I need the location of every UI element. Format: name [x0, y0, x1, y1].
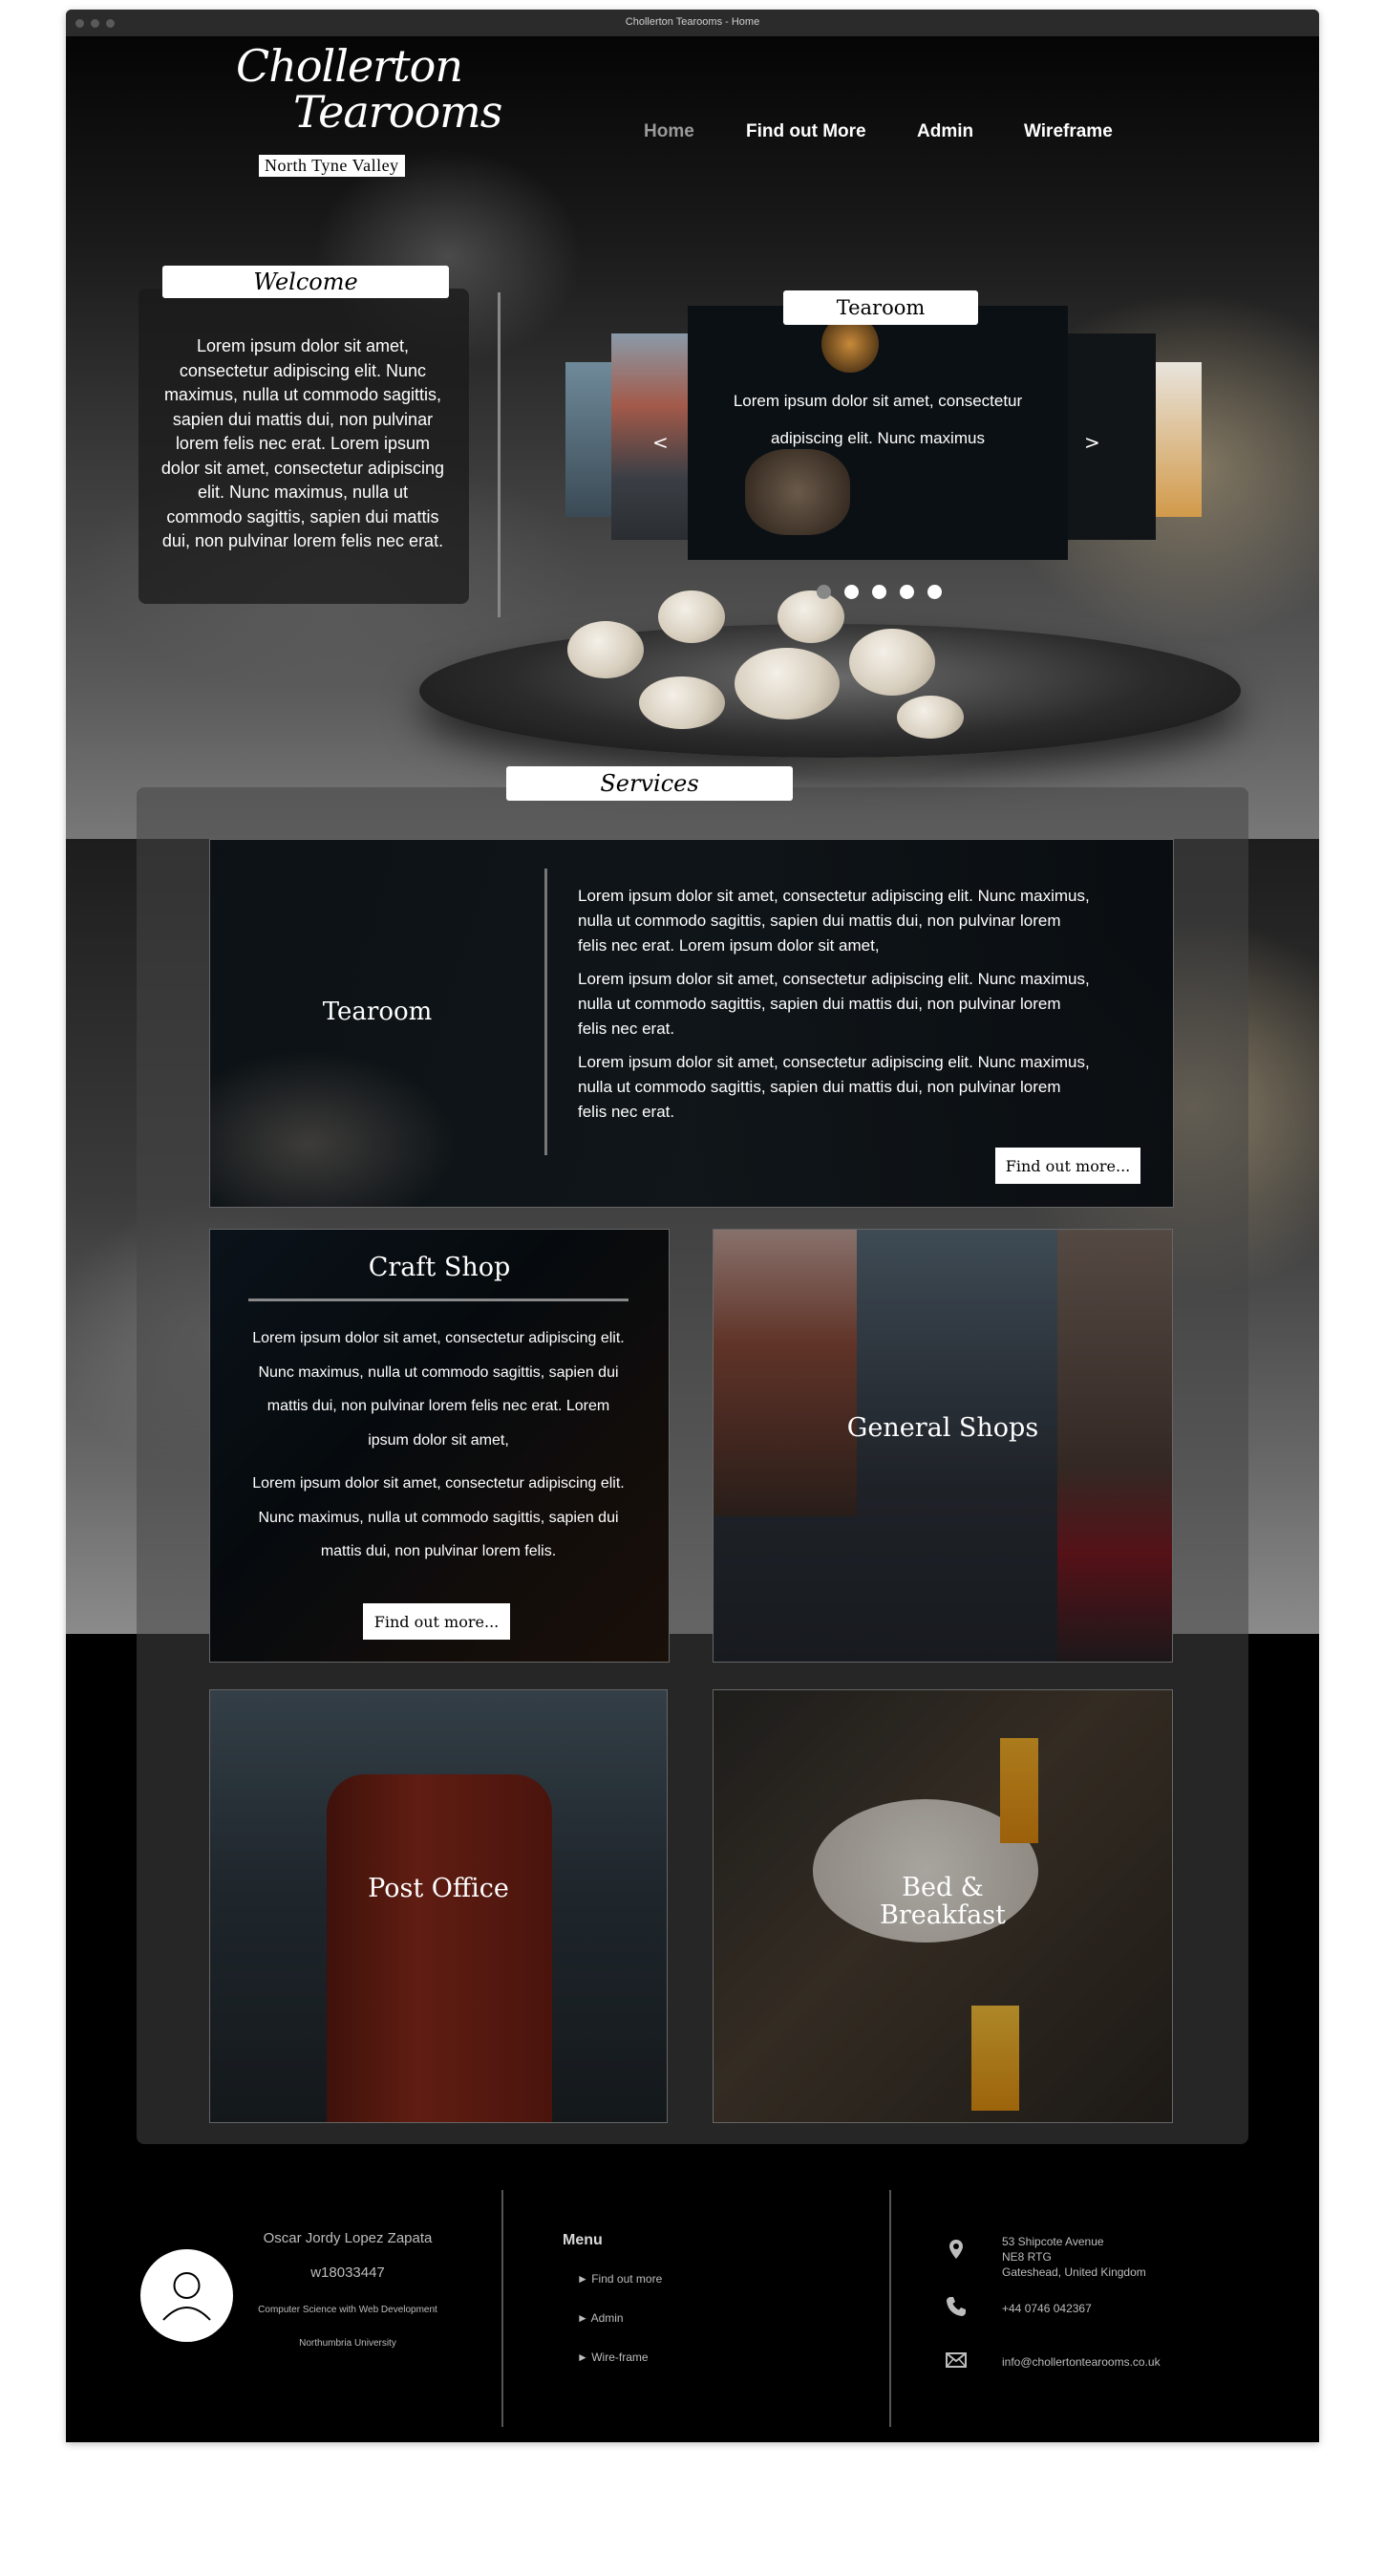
envelope-icon — [945, 2349, 968, 2372]
craft-shop-find-out-more-button[interactable]: Find out more... — [363, 1603, 510, 1640]
footer-menu-find-out-more[interactable]: ► Find out more — [577, 2272, 662, 2286]
nav-wireframe[interactable]: Wireframe — [1024, 121, 1113, 142]
teapot-image — [745, 449, 850, 535]
cookie — [567, 621, 644, 678]
footer-menu-admin[interactable]: ► Admin — [577, 2311, 624, 2325]
address-line1: 53 Shipcote Avenue — [1002, 2235, 1104, 2248]
carousel-slide-far-right[interactable] — [1156, 362, 1202, 517]
cookie — [735, 648, 840, 719]
footer-email[interactable]: info@chollertontearooms.co.uk — [1002, 2354, 1161, 2370]
carousel-slide-right[interactable] — [1068, 333, 1156, 540]
browser-window: Chollerton Tearooms - Home Chollerton Te… — [66, 10, 1319, 2442]
general-shops-card[interactable]: General Shops — [713, 1229, 1173, 1663]
carousel-dot-2[interactable] — [844, 585, 859, 599]
nav-admin[interactable]: Admin — [917, 121, 973, 142]
tearoom-paragraph-3: Lorem ipsum dolor sit amet, consectetur … — [578, 1053, 1090, 1121]
footer-menu-wireframe[interactable]: ► Wire-frame — [577, 2351, 649, 2364]
bed-breakfast-card[interactable]: Bed & Breakfast — [713, 1689, 1173, 2123]
logo-line2: Tearooms — [293, 86, 502, 138]
cookie — [658, 590, 725, 643]
location-pin-icon — [945, 2238, 968, 2261]
carousel-dot-1[interactable] — [817, 585, 831, 599]
footer-university: Northumbria University — [299, 2338, 396, 2349]
carousel-dot-5[interactable] — [927, 585, 942, 599]
craft-shop-card: Craft Shop Lorem ipsum dolor sit amet, c… — [209, 1229, 670, 1663]
footer-course: Computer Science with Web Development — [258, 2305, 437, 2315]
address-line3: Gateshead, United Kingdom — [1002, 2265, 1146, 2279]
services-title: Services — [506, 766, 793, 801]
cookie — [897, 696, 964, 739]
footer-menu-title: Menu — [563, 2232, 603, 2248]
address-line2: NE8 RTG — [1002, 2250, 1052, 2264]
general-shops-dim — [714, 1230, 1172, 1662]
general-shops-title: General Shops — [846, 1413, 1039, 1443]
craft-shop-paragraph-2: Lorem ipsum dolor sit amet, consectetur … — [252, 1475, 625, 1559]
carousel-text: Lorem ipsum dolor sit amet, consectetur … — [733, 392, 1023, 447]
welcome-title: Welcome — [162, 266, 449, 298]
site-footer: Oscar Jordy Lopez Zapata w18033447 Compu… — [66, 2171, 1319, 2442]
phone-icon — [945, 2295, 968, 2318]
logo-line1: Chollerton — [236, 40, 463, 92]
bed-breakfast-title: Bed & Breakfast — [714, 1874, 1172, 1929]
cookie — [639, 676, 725, 729]
tearoom-card-title: Tearoom — [322, 998, 433, 1026]
nav-find-out-more[interactable]: Find out More — [746, 121, 866, 142]
footer-menu-item-label: Wire-frame — [591, 2351, 649, 2364]
hero-divider — [498, 292, 501, 617]
bed-breakfast-title-line2: Breakfast — [880, 1900, 1006, 1930]
footer-menu-item-label: Find out more — [591, 2272, 663, 2286]
tearoom-card-divider — [544, 869, 547, 1155]
site-logo[interactable]: Chollerton Tearooms North Tyne Valley — [226, 40, 502, 177]
carousel-next-button[interactable]: > — [1084, 431, 1100, 454]
carousel-slide-far-left[interactable] — [565, 362, 611, 517]
carousel-prev-button[interactable]: < — [652, 431, 669, 454]
footer-menu-item-label: Admin — [590, 2311, 624, 2325]
footer-address: 53 Shipcote Avenue NE8 RTG Gateshead, Un… — [1002, 2234, 1146, 2280]
logo-tagline: North Tyne Valley — [259, 155, 405, 177]
craft-shop-title: Craft Shop — [368, 1253, 511, 1282]
footer-name: Oscar Jordy Lopez Zapata — [263, 2230, 433, 2246]
footer-student-id: w18033447 — [310, 2265, 385, 2281]
window-title: Chollerton Tearooms - Home — [625, 16, 760, 28]
carousel-title: Tearoom — [783, 290, 978, 325]
carousel-slide-left[interactable] — [611, 333, 688, 540]
nav-home[interactable]: Home — [644, 121, 694, 142]
carousel-active-slide: Lorem ipsum dolor sit amet, consectetur … — [688, 306, 1068, 560]
carousel-dot-4[interactable] — [900, 585, 914, 599]
tearoom-card: Tearoom Lorem ipsum dolor sit amet, cons… — [209, 839, 1174, 1208]
post-office-card[interactable]: Post Office — [209, 1689, 668, 2123]
carousel-dot-3[interactable] — [872, 585, 886, 599]
footer-divider-2 — [889, 2190, 891, 2427]
teacup-image — [210, 1050, 458, 1207]
tearoom-find-out-more-button[interactable]: Find out more... — [995, 1148, 1140, 1184]
tearoom-paragraph-2: Lorem ipsum dolor sit amet, consectetur … — [578, 970, 1090, 1038]
post-office-title: Post Office — [368, 1874, 509, 1903]
welcome-text: Lorem ipsum dolor sit amet, consectetur … — [160, 336, 445, 550]
craft-shop-paragraph-1: Lorem ipsum dolor sit amet, consectetur … — [252, 1330, 625, 1449]
footer-divider-1 — [501, 2190, 503, 2427]
bed-breakfast-title-line1: Bed & — [902, 1873, 984, 1902]
window-titlebar: Chollerton Tearooms - Home — [66, 10, 1319, 37]
craft-shop-underline — [248, 1299, 629, 1301]
cookie — [778, 590, 844, 643]
tearoom-paragraph-1: Lorem ipsum dolor sit amet, consectetur … — [578, 887, 1090, 955]
footer-phone: +44 0746 042367 — [1002, 2302, 1092, 2315]
cookie — [849, 629, 935, 696]
user-avatar-icon — [140, 2249, 233, 2342]
post-office-dim — [210, 1690, 667, 2122]
